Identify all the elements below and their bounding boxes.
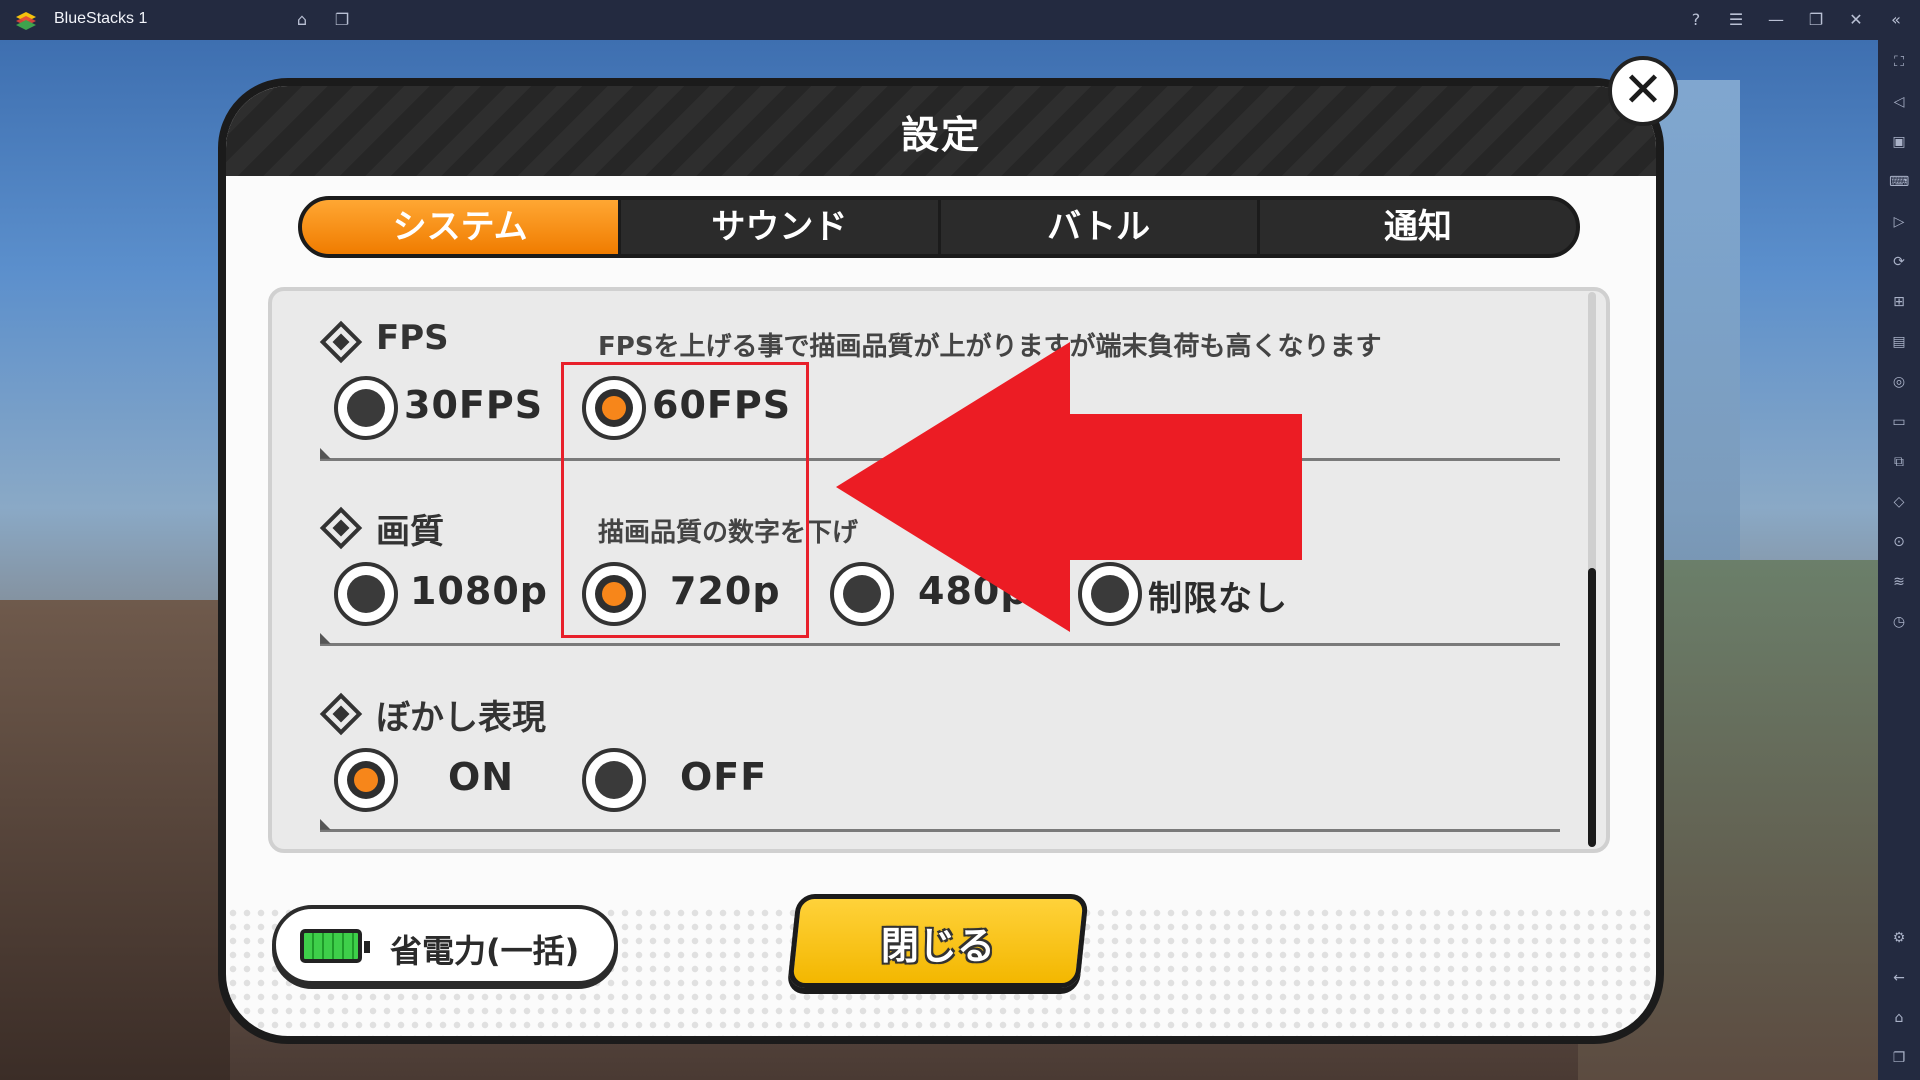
record-icon[interactable]: ⊞ (1889, 292, 1909, 312)
clock-icon[interactable]: ◷ (1889, 612, 1909, 632)
layers-icon[interactable]: ≋ (1889, 572, 1909, 592)
option-blur-on-label: ON (448, 755, 515, 799)
restore-icon[interactable]: ❐ (1806, 10, 1826, 30)
sync-icon[interactable]: ⟳ (1889, 252, 1909, 272)
option-1080p-label: 1080p (410, 569, 548, 613)
close-x-icon[interactable]: ✕ (1608, 56, 1678, 126)
tab-battle[interactable]: バトル (941, 200, 1260, 254)
collapse-icon[interactable]: « (1886, 10, 1906, 30)
radio-1080p[interactable] (334, 562, 398, 626)
home-icon[interactable]: ⌂ (292, 10, 312, 30)
divider-mark-icon: ◣ (320, 630, 331, 646)
fullscreen-icon[interactable]: ⛶ (1889, 52, 1909, 72)
volume-icon[interactable]: ◁ (1889, 92, 1909, 112)
battery-icon (300, 929, 370, 963)
close-button-label: 閉じる (880, 924, 995, 968)
keyboard-icon[interactable]: ⌨ (1889, 172, 1909, 192)
option-30fps-label: 30FPS (404, 383, 544, 427)
close-icon[interactable]: ✕ (1846, 10, 1866, 30)
screenshot-icon[interactable]: ◎ (1889, 372, 1909, 392)
radio-30fps[interactable] (334, 376, 398, 440)
settings-tabs: システム サウンド バトル 通知 (298, 196, 1580, 258)
home-nav-icon[interactable]: ⌂ (1889, 1008, 1909, 1028)
window-title-bar: BlueStacks 1 ⌂ ❐ ? ☰ — ❐ ✕ « (0, 0, 1920, 40)
annotation-arrow-icon (836, 342, 1302, 632)
apk-icon[interactable]: ▤ (1889, 332, 1909, 352)
fps-section-label: FPS (376, 318, 449, 358)
blur-section-label: ぼかし表現 (376, 698, 546, 738)
divider-mark-icon: ◣ (320, 445, 331, 461)
location-icon[interactable]: ⊙ (1889, 532, 1909, 552)
close-button[interactable]: 閉じる (787, 894, 1089, 988)
media-icon[interactable]: ▣ (1889, 132, 1909, 152)
help-icon[interactable]: ? (1686, 10, 1706, 30)
dialog-title: 設定 (900, 113, 981, 157)
bluestacks-sidebar: ⛶ ◁ ▣ ⌨ ▷ ⟳ ⊞ ▤ ◎ ▭ ⧉ ◇ ⊙ ≋ ◷ ⚙ ← ⌂ ❐ (1878, 40, 1920, 1080)
power-save-button[interactable]: 省電力(一括) (272, 905, 618, 985)
back-icon[interactable]: ← (1889, 968, 1909, 988)
radio-blur-off[interactable] (582, 748, 646, 812)
selected-dot (602, 582, 626, 606)
app-title: BlueStacks 1 (54, 10, 148, 27)
recent-apps-icon[interactable]: ❐ (1889, 1048, 1909, 1068)
power-save-label: 省電力(一括) (390, 932, 580, 970)
bluestacks-logo-icon (16, 12, 36, 30)
divider-mark-icon: ◣ (320, 816, 331, 832)
tab-sound[interactable]: サウンド (621, 200, 941, 254)
section-divider (320, 829, 1560, 832)
tab-notification[interactable]: 通知 (1260, 200, 1576, 254)
annotation-highlight-box (561, 362, 809, 638)
minimize-icon[interactable]: — (1766, 10, 1786, 30)
folder-icon[interactable]: ▭ (1889, 412, 1909, 432)
option-blur-off-label: OFF (680, 755, 768, 799)
tab-system[interactable]: システム (302, 200, 622, 254)
macro-icon[interactable]: ▷ (1889, 212, 1909, 232)
settings-icon[interactable]: ⚙ (1889, 928, 1909, 948)
scrollbar-thumb[interactable] (1588, 568, 1596, 847)
quality-section-label: 画質 (376, 512, 444, 552)
menu-icon[interactable]: ☰ (1726, 10, 1746, 30)
eco-icon[interactable]: ◇ (1889, 492, 1909, 512)
radio-blur-on[interactable] (334, 748, 398, 812)
selected-dot (354, 768, 378, 792)
multi-instance-icon[interactable]: ⧉ (1889, 452, 1909, 472)
multi-window-icon[interactable]: ❐ (332, 10, 352, 30)
background-building (0, 600, 230, 1080)
selected-dot (602, 396, 626, 420)
section-divider (320, 643, 1560, 646)
